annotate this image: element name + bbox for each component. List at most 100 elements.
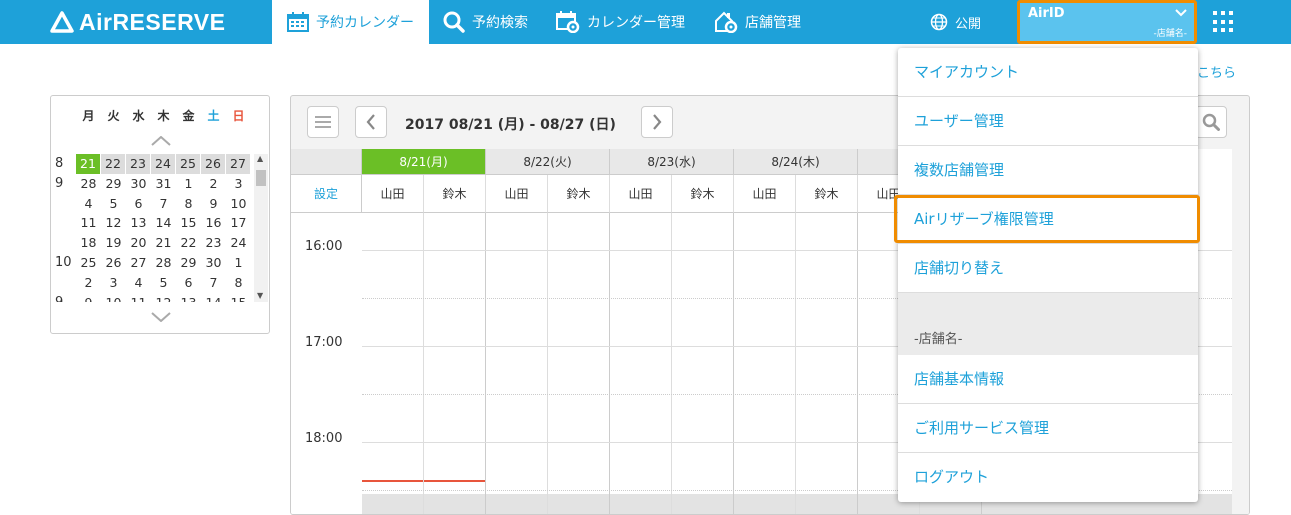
mini-calendar-day[interactable]: 27 <box>126 253 151 273</box>
mini-calendar-day[interactable]: 1 <box>176 174 201 194</box>
mini-calendar-day[interactable]: 29 <box>101 174 126 194</box>
mini-calendar-day[interactable]: 7 <box>201 273 226 293</box>
mini-calendar-day[interactable]: 1 <box>226 253 251 273</box>
prev-week-button[interactable] <box>355 106 387 138</box>
menu-item-service-management[interactable]: ご利用サービス管理 <box>898 404 1198 453</box>
mini-calendar-day[interactable]: 28 <box>151 253 176 273</box>
mini-calendar-day[interactable]: 23 <box>201 233 226 253</box>
globe-icon <box>930 13 948 31</box>
mini-calendar-day[interactable]: 26 <box>201 154 226 174</box>
mini-calendar-day[interactable]: 25 <box>76 253 101 273</box>
mini-calendar-day[interactable]: 22 <box>101 154 126 174</box>
month-label: 9 <box>55 175 64 191</box>
mini-calendar-day[interactable]: 15 <box>226 293 251 302</box>
mini-calendar-day[interactable]: 20 <box>126 233 151 253</box>
mini-calendar-day[interactable]: 11 <box>126 293 151 302</box>
staff-column-header[interactable]: 鈴木 <box>424 175 486 213</box>
mini-calendar-day[interactable]: 14 <box>151 213 176 233</box>
scroll-down-arrow-icon[interactable]: ▼ <box>257 291 263 300</box>
mini-calendar-day[interactable]: 9 <box>76 293 101 302</box>
menu-item-my-account[interactable]: マイアカウント <box>898 48 1198 97</box>
menu-toggle-button[interactable] <box>307 106 339 138</box>
day-header[interactable]: 8/22(火) <box>486 149 610 175</box>
airid-account-menu[interactable]: AirID -店舗名- <box>1017 0 1197 44</box>
week-days: 25 26 27 28 29 30 1 <box>76 253 251 273</box>
staff-column-header[interactable]: 山田 <box>734 175 796 213</box>
mini-calendar-day[interactable]: 13 <box>126 213 151 233</box>
column-divider <box>609 213 610 514</box>
mini-calendar-day[interactable]: 3 <box>226 174 251 194</box>
mini-calendar-day[interactable]: 2 <box>76 273 101 293</box>
logo[interactable]: AirRESERVE <box>50 8 225 36</box>
mini-calendar-day[interactable]: 14 <box>201 293 226 302</box>
menu-section-store-name: -店舗名- <box>914 332 963 347</box>
day-header[interactable]: 8/24(木) <box>734 149 858 175</box>
chevron-down-icon[interactable] <box>151 310 171 326</box>
mini-calendar-day[interactable]: 4 <box>126 273 151 293</box>
mini-calendar-day[interactable]: 24 <box>151 154 176 174</box>
mini-calendar-day[interactable]: 25 <box>176 154 201 174</box>
menu-item-store-info[interactable]: 店舗基本情報 <box>898 355 1198 404</box>
mini-calendar-day[interactable]: 12 <box>101 213 126 233</box>
column-divider <box>671 213 672 514</box>
mini-calendar-day[interactable]: 10 <box>226 194 251 214</box>
nav-reservation-calendar[interactable]: 予約カレンダー <box>272 0 429 44</box>
mini-calendar-day[interactable]: 6 <box>176 273 201 293</box>
mini-calendar-day[interactable]: 7 <box>151 194 176 214</box>
settings-link[interactable]: 設定 <box>291 175 362 213</box>
public-button[interactable]: 公開 <box>930 0 981 44</box>
mini-calendar-day[interactable]: 17 <box>226 213 251 233</box>
mini-calendar-day[interactable]: 13 <box>176 293 201 302</box>
mini-calendar-day[interactable]: 31 <box>151 174 176 194</box>
scrollbar-thumb[interactable] <box>256 170 266 186</box>
nav-store-management[interactable]: 店舗管理 <box>714 0 801 44</box>
apps-grid-icon[interactable] <box>1213 11 1235 33</box>
mini-calendar-scrollbar[interactable]: ▲ ▼ <box>254 154 268 302</box>
menu-item-switch-store[interactable]: 店舗切り替え <box>898 244 1198 293</box>
mini-calendar-day[interactable]: 8 <box>226 273 251 293</box>
day-header[interactable]: 8/23(水) <box>610 149 734 175</box>
mini-calendar-day[interactable]: 22 <box>176 233 201 253</box>
scroll-up-arrow-icon[interactable]: ▲ <box>257 154 263 163</box>
mini-calendar-day[interactable]: 6 <box>126 194 151 214</box>
mini-calendar-day[interactable]: 16 <box>201 213 226 233</box>
mini-calendar-day[interactable]: 8 <box>176 194 201 214</box>
staff-column-header[interactable]: 鈴木 <box>548 175 610 213</box>
menu-item-multi-store-management[interactable]: 複数店舗管理 <box>898 146 1198 195</box>
calendar-search-button[interactable] <box>1195 106 1227 138</box>
staff-column-header[interactable]: 鈴木 <box>672 175 734 213</box>
mini-calendar-day[interactable]: 15 <box>176 213 201 233</box>
mini-calendar-day[interactable]: 12 <box>151 293 176 302</box>
day-header[interactable]: 8/21(月) <box>362 149 486 175</box>
mini-calendar-day[interactable]: 18 <box>76 233 101 253</box>
mini-calendar-day[interactable]: 27 <box>226 154 251 174</box>
staff-column-header[interactable]: 鈴木 <box>796 175 858 213</box>
mini-calendar-day[interactable]: 19 <box>101 233 126 253</box>
mini-calendar-day[interactable]: 30 <box>201 253 226 273</box>
menu-item-logout[interactable]: ログアウト <box>898 453 1198 502</box>
menu-item-user-management[interactable]: ユーザー管理 <box>898 97 1198 146</box>
mini-calendar-day[interactable]: 30 <box>126 174 151 194</box>
mini-calendar-day[interactable]: 21 <box>151 233 176 253</box>
mini-calendar-day[interactable]: 5 <box>101 194 126 214</box>
staff-column-header[interactable]: 山田 <box>362 175 424 213</box>
staff-column-header[interactable]: 山田 <box>486 175 548 213</box>
mini-calendar-today[interactable]: 21 <box>76 154 101 174</box>
nav-reservation-search[interactable]: 予約検索 <box>443 0 528 44</box>
mini-calendar-day[interactable]: 4 <box>76 194 101 214</box>
mini-calendar-day[interactable]: 26 <box>101 253 126 273</box>
mini-calendar-day[interactable]: 10 <box>101 293 126 302</box>
mini-calendar-day[interactable]: 24 <box>226 233 251 253</box>
mini-calendar-day[interactable]: 11 <box>76 213 101 233</box>
mini-calendar-day[interactable]: 28 <box>76 174 101 194</box>
mini-calendar-day[interactable]: 9 <box>201 194 226 214</box>
chevron-up-icon[interactable] <box>151 134 171 150</box>
mini-calendar-day[interactable]: 23 <box>126 154 151 174</box>
mini-calendar-day[interactable]: 2 <box>201 174 226 194</box>
mini-calendar-day[interactable]: 3 <box>101 273 126 293</box>
mini-calendar-day[interactable]: 29 <box>176 253 201 273</box>
staff-column-header[interactable]: 山田 <box>610 175 672 213</box>
nav-calendar-management[interactable]: カレンダー管理 <box>556 0 685 44</box>
mini-calendar-day[interactable]: 5 <box>151 273 176 293</box>
next-week-button[interactable] <box>641 106 673 138</box>
